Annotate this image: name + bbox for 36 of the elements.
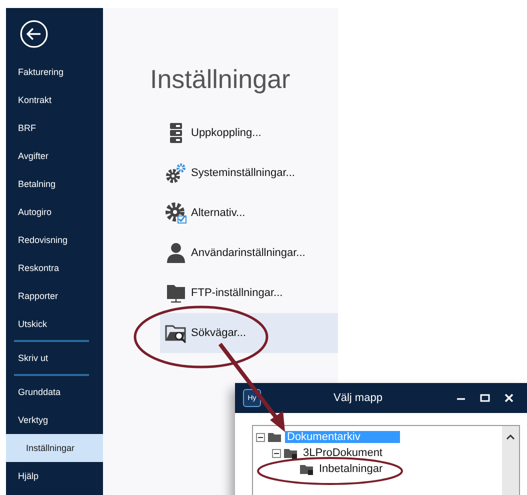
collapse-toggle-icon[interactable] <box>256 432 265 442</box>
settings-menu-item[interactable]: FTP-inställningar... <box>160 273 338 313</box>
sidebar-item[interactable]: Autogiro <box>6 198 103 226</box>
user-icon <box>165 242 187 264</box>
page-title: Inställningar <box>150 64 292 95</box>
sidebar-item[interactable]: Redovisning <box>6 226 103 254</box>
sidebar-item[interactable]: Utskick <box>6 310 103 338</box>
gears-icon <box>165 162 187 184</box>
sidebar-item[interactable]: Avgifter <box>6 142 103 170</box>
settings-menu-item[interactable]: Användarinställningar... <box>160 233 338 273</box>
sidebar-item[interactable]: Inställningar <box>6 434 103 462</box>
tree-item[interactable]: 3LProDokument <box>301 447 384 459</box>
sidebar-item[interactable]: BRF <box>6 114 103 142</box>
sidebar-item[interactable]: Fakturering <box>6 58 103 86</box>
scroll-up-icon[interactable] <box>506 434 515 440</box>
sidebar-item[interactable]: Reskontra <box>6 254 103 282</box>
settings-menu-item[interactable]: Systeminställningar... <box>160 153 338 193</box>
network-folder-icon <box>165 282 187 304</box>
sidebar-item[interactable]: Skriv ut <box>6 344 103 372</box>
settings-menu-item[interactable]: Alternativ... <box>160 193 338 233</box>
collapse-toggle-icon[interactable] <box>272 448 281 458</box>
settings-menu-item[interactable]: Uppkoppling... <box>160 113 338 153</box>
settings-menu-item[interactable]: Sökvägar... <box>160 313 338 353</box>
gear-check-icon <box>165 202 187 224</box>
maximize-icon[interactable] <box>479 392 491 404</box>
sidebar-item[interactable]: Verktyg <box>6 406 103 434</box>
sidebar-item[interactable]: Betalning <box>6 170 103 198</box>
sidebar-item[interactable]: Hjälp <box>6 462 103 490</box>
dialog-title: Välj mapp <box>332 392 384 404</box>
tree-item[interactable]: Inbetalningar <box>317 463 385 475</box>
sidebar-item[interactable]: Rapporter <box>6 282 103 310</box>
sidebar-item[interactable]: Kontrakt <box>6 86 103 114</box>
sidebar-item[interactable]: Grunddata <box>6 378 103 406</box>
close-icon[interactable] <box>503 392 515 404</box>
back-icon[interactable] <box>20 20 48 48</box>
scrollbar[interactable] <box>502 426 519 495</box>
